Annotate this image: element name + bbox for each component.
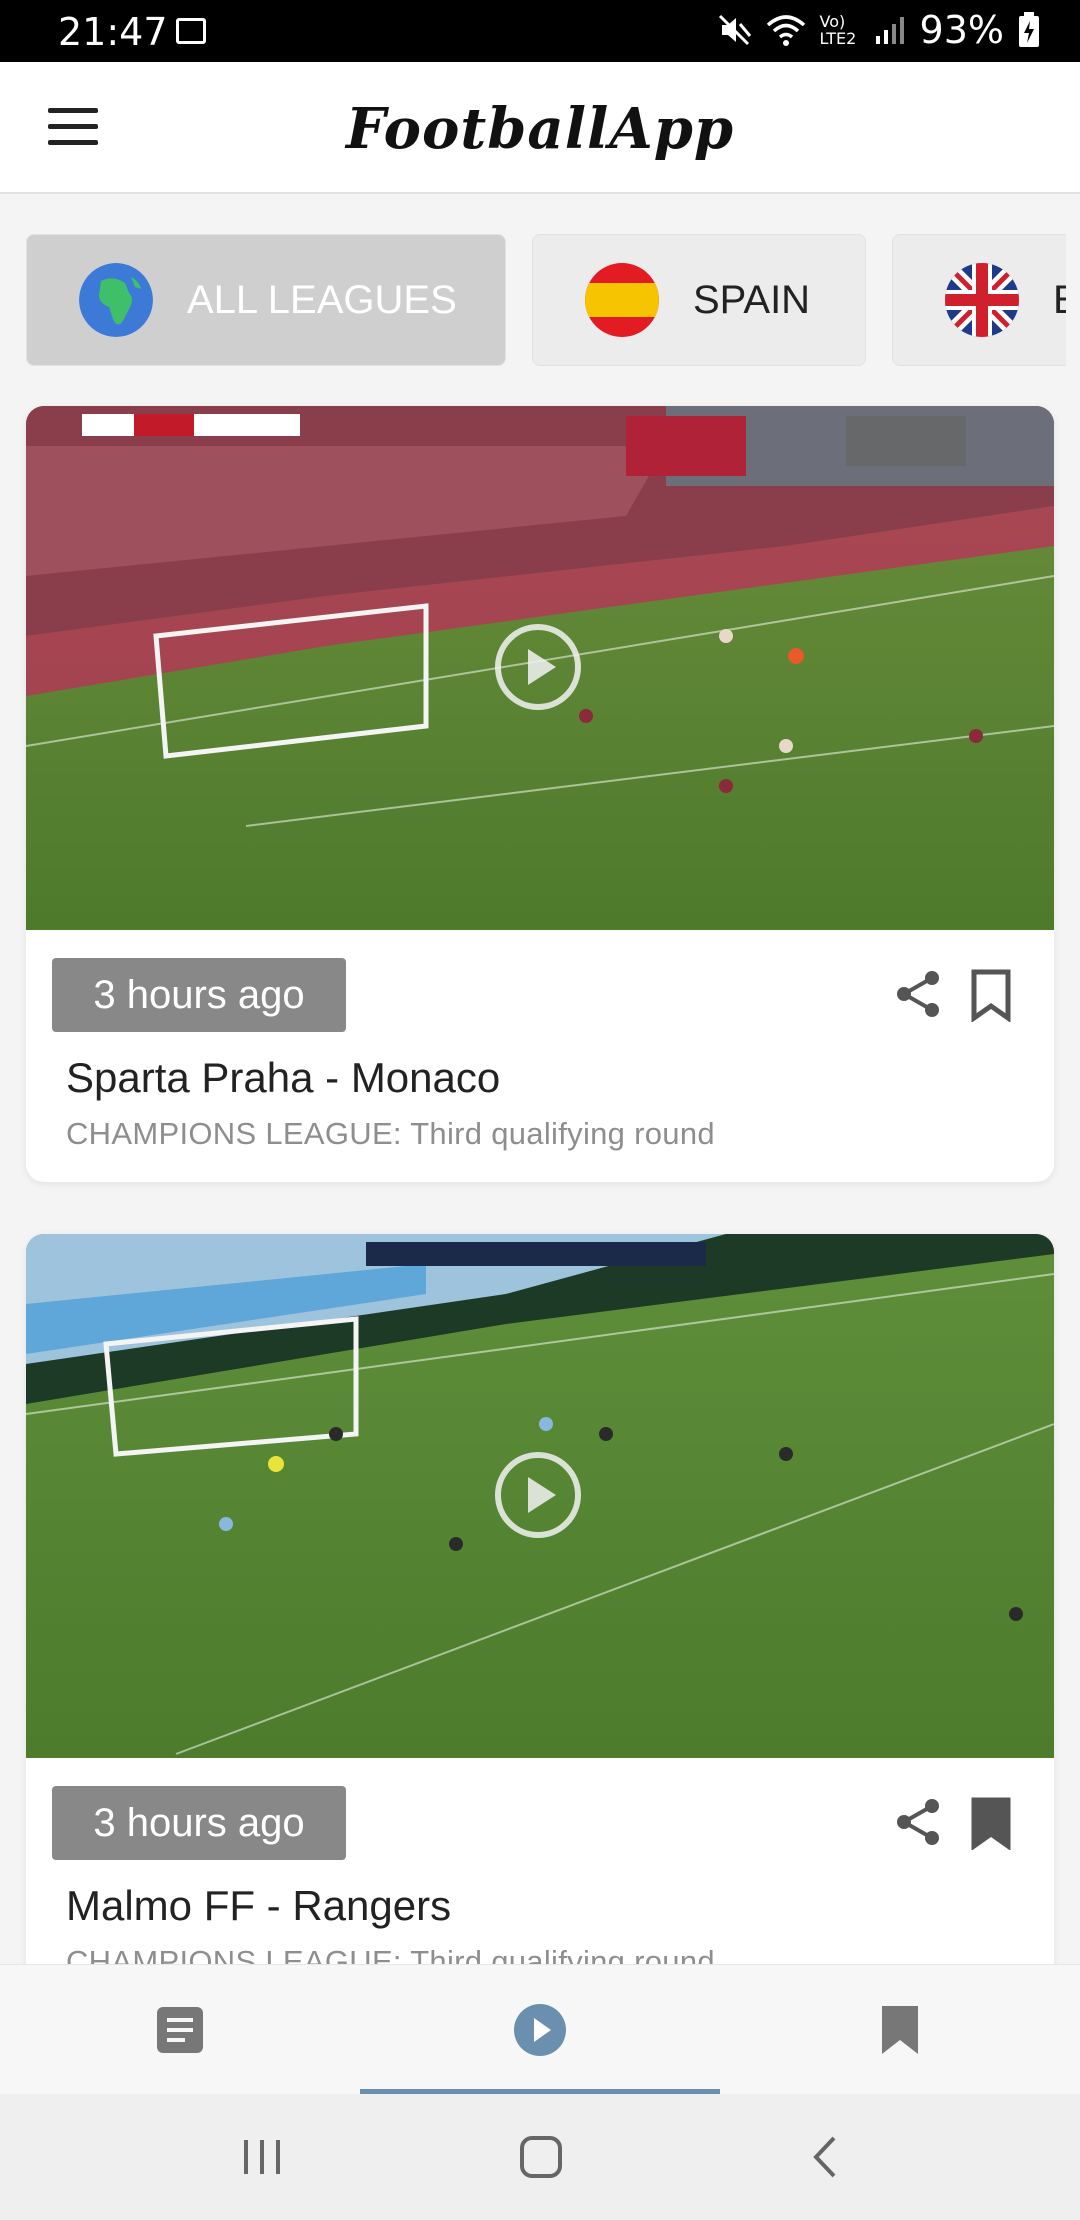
chip-label: SPAIN <box>693 277 811 322</box>
time-ago-badge: 3 hours ago <box>52 1786 346 1860</box>
status-icons: Vo) LTE2 93% <box>718 8 1040 52</box>
chip-label: E <box>1053 278 1066 323</box>
news-icon <box>157 2007 203 2053</box>
uk-flag-icon <box>945 263 1019 337</box>
play-circle-icon <box>514 2004 566 2056</box>
battery-icon <box>1019 12 1039 47</box>
bookmark-outline-icon[interactable] <box>970 968 1012 1022</box>
video-thumbnail[interactable] <box>26 1234 1054 1758</box>
share-icon[interactable] <box>896 970 940 1018</box>
status-time: 21:47 <box>58 10 168 54</box>
spain-flag-icon <box>585 263 659 337</box>
chip-england[interactable]: E <box>892 234 1066 366</box>
video-card[interactable]: 3 hours ago Sparta Praha - Monaco CHAMPI… <box>26 406 1054 1182</box>
battery-percent: 93% <box>919 8 1004 52</box>
bookmark-filled-icon[interactable] <box>970 1796 1012 1850</box>
nav-news[interactable] <box>0 1965 360 2095</box>
chip-all-leagues[interactable]: ALL LEAGUES <box>26 234 506 366</box>
recent-apps-icon[interactable] <box>240 2134 284 2178</box>
video-card[interactable]: 3 hours ago Malmo FF - Rangers CHAMPIONS… <box>26 1234 1054 2010</box>
match-title: Sparta Praha - Monaco <box>66 1054 501 1101</box>
league-filter-bar[interactable]: ALL LEAGUES SPAIN E <box>26 234 1066 366</box>
home-icon[interactable] <box>518 2134 564 2180</box>
signal-icon <box>875 17 904 44</box>
match-competition: CHAMPIONS LEAGUE: Third qualifying round <box>66 1116 715 1151</box>
play-icon[interactable] <box>494 1451 582 1539</box>
play-icon[interactable] <box>494 623 582 711</box>
app-title: FootballApp <box>345 96 734 162</box>
share-icon[interactable] <box>896 1798 940 1846</box>
wifi-icon <box>766 15 805 46</box>
bookmark-icon <box>882 2006 918 2054</box>
network-label: Vo) LTE2 <box>819 12 857 48</box>
nav-videos[interactable] <box>360 1965 720 2095</box>
bottom-nav <box>0 1964 1080 2095</box>
image-icon <box>176 18 206 44</box>
back-icon[interactable] <box>806 2134 846 2180</box>
mute-icon <box>718 14 751 46</box>
nav-bookmarks[interactable] <box>720 1965 1080 2095</box>
match-title: Malmo FF - Rangers <box>66 1882 452 1929</box>
globe-icon <box>79 263 153 337</box>
system-nav-bar <box>0 2094 1080 2220</box>
time-ago-badge: 3 hours ago <box>52 958 346 1032</box>
status-bar: 21:47 Vo) LTE2 93% <box>0 0 1080 62</box>
chip-spain[interactable]: SPAIN <box>532 234 866 366</box>
app-bar: FootballApp <box>0 62 1080 194</box>
chip-label: ALL LEAGUES <box>187 277 457 322</box>
video-thumbnail[interactable] <box>26 406 1054 930</box>
